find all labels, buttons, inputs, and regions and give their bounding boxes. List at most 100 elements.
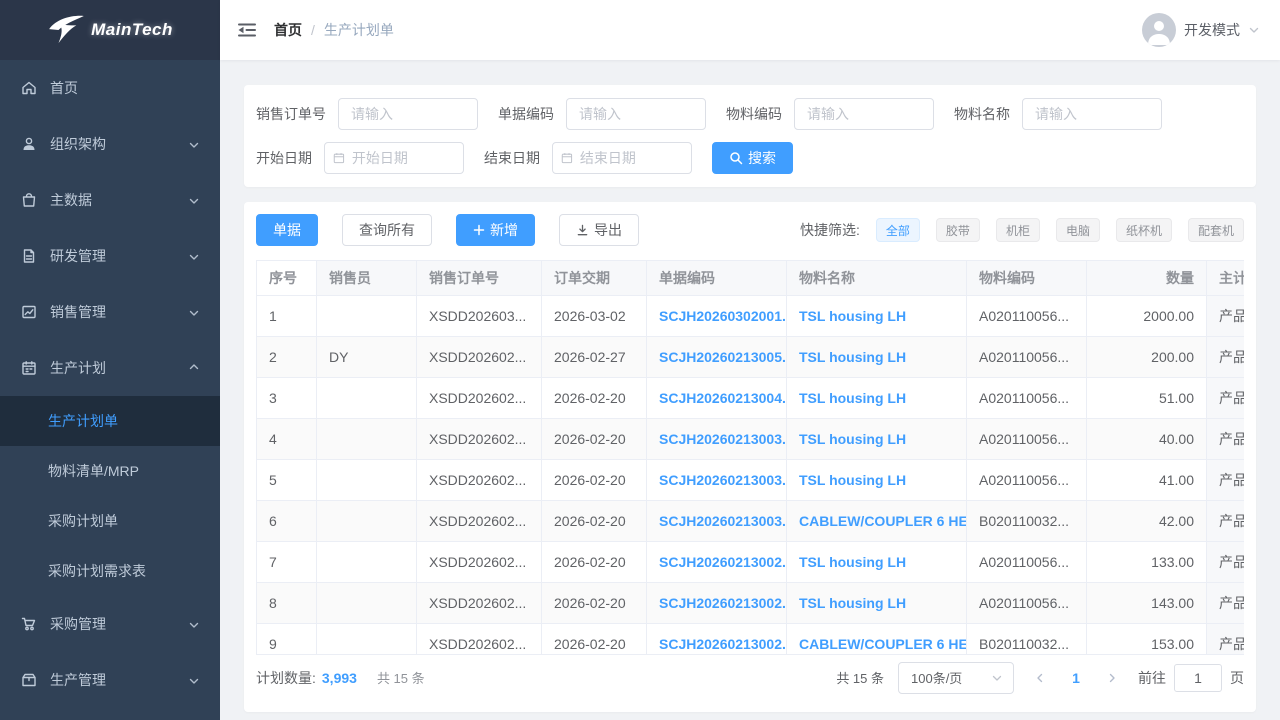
material-name-link[interactable]: CABLEW/COUPLER 6 HE [799, 513, 967, 529]
material-name-input[interactable] [1022, 98, 1162, 130]
cell-delivery-date: 2026-02-20 [542, 542, 647, 583]
cell-plan-type: 产品 [1207, 501, 1244, 542]
page-size-value: 100条/页 [911, 668, 962, 687]
export-button[interactable]: 导出 [559, 214, 639, 246]
cell-qty: 200.00 [1087, 337, 1207, 378]
doc-code-link[interactable]: SCJH20260213002... [659, 554, 787, 570]
cell-plan-type: 产品 [1207, 419, 1244, 460]
sidebar-subitem-purchase-plan-order[interactable]: 采购计划单 [0, 496, 220, 546]
end-date-input[interactable] [580, 150, 683, 166]
cell-seq: 2 [256, 337, 317, 378]
cell-delivery-date: 2026-02-20 [542, 583, 647, 624]
doc-code-link[interactable]: SCJH20260213004... [659, 390, 787, 406]
material-code-input[interactable] [794, 98, 934, 130]
doc-code-link[interactable]: SCJH20260213005... [659, 349, 787, 365]
table-row: 5XSDD202602...2026-02-20SCJH20260213003.… [256, 460, 1244, 501]
sidebar-item-production-management[interactable]: 生产管理 [0, 652, 220, 708]
prev-page-icon[interactable] [1028, 666, 1052, 690]
sidebar-item-rd-management[interactable]: 研发管理 [0, 228, 220, 284]
start-date-input[interactable] [352, 150, 455, 166]
material-name-link[interactable]: TSL housing LH [799, 349, 906, 365]
quick-filter-tag[interactable]: 纸杯机 [1116, 218, 1172, 242]
sidebar-item-label: 生产管理 [50, 670, 188, 690]
filter-start-date: 开始日期 [256, 142, 464, 174]
doc-code-link[interactable]: SCJH20260213003... [659, 513, 787, 529]
bag-icon [20, 191, 38, 209]
sidebar-subitem-production-plan-order[interactable]: 生产计划单 [0, 396, 220, 446]
quick-filter-label: 快捷筛选: [800, 220, 860, 240]
export-button-label: 导出 [594, 220, 622, 240]
document-button[interactable]: 单据 [256, 214, 318, 246]
filter-doc-code: 单据编码 [498, 98, 706, 130]
material-name-link[interactable]: TSL housing LH [799, 595, 906, 611]
quick-filter-tag[interactable]: 机柜 [996, 218, 1040, 242]
sidebar-item-production-plan[interactable]: 生产计划 [0, 340, 220, 396]
sidebar-item-home[interactable]: 首页 [0, 60, 220, 116]
add-button[interactable]: 新增 [456, 214, 535, 246]
plan-qty-label: 计划数量: [256, 668, 316, 688]
search-button[interactable]: 搜索 [712, 142, 793, 174]
calendar-icon [20, 359, 38, 377]
sidebar-item-sales-management[interactable]: 销售管理 [0, 284, 220, 340]
quick-filter-bar: 快捷筛选: 全部胶带机柜电脑纸杯机配套机 [800, 218, 1244, 242]
doc-code-input[interactable] [566, 98, 706, 130]
goto-page-input[interactable] [1174, 664, 1222, 692]
material-name-link[interactable]: TSL housing LH [799, 390, 906, 406]
page-size-select[interactable]: 100条/页 [898, 662, 1014, 694]
quick-filter-tag[interactable]: 全部 [876, 218, 920, 242]
table-row: 7XSDD202602...2026-02-20SCJH20260213002.… [256, 542, 1244, 583]
start-date-picker[interactable] [324, 142, 464, 174]
material-name-link[interactable]: TSL housing LH [799, 554, 906, 570]
cell-delivery-date: 2026-02-27 [542, 337, 647, 378]
download-icon [576, 224, 589, 237]
sidebar-toggle-icon[interactable] [236, 20, 258, 40]
filter-label: 单据编码 [498, 104, 554, 124]
quick-filter-tag[interactable]: 配套机 [1188, 218, 1244, 242]
sidebar-item-label: 组织架构 [50, 134, 188, 154]
cell-material-code: A020110056... [967, 296, 1087, 337]
filter-label: 开始日期 [256, 148, 312, 168]
cell-sales-order: XSDD202602... [417, 583, 542, 624]
filter-label: 物料编码 [726, 104, 782, 124]
table-panel: 单据 查询所有 新增 导出 快捷筛选: 全部胶带机柜电脑纸杯机配套机 [244, 202, 1256, 712]
quick-filter-tag[interactable]: 电脑 [1056, 218, 1100, 242]
material-name-link[interactable]: CABLEW/COUPLER 6 HE [799, 636, 967, 652]
quick-filter-tag[interactable]: 胶带 [936, 218, 980, 242]
doc-code-link[interactable]: SCJH20260213003... [659, 431, 787, 447]
cell-seq: 9 [256, 624, 317, 654]
total-count: 共 15 条 [836, 668, 884, 687]
sidebar-subitem-bom-mrp[interactable]: 物料清单/MRP [0, 446, 220, 496]
col-header-seq: 序号 [256, 260, 317, 296]
doc-code-link[interactable]: SCJH20260213002... [659, 595, 787, 611]
cell-sales-order: XSDD202602... [417, 501, 542, 542]
table-row: 3XSDD202602...2026-02-20SCJH20260213004.… [256, 378, 1244, 419]
cell-salesperson [317, 460, 417, 501]
material-name-link[interactable]: TSL housing LH [799, 308, 906, 324]
cell-doc-code: SCJH20260213003... [647, 501, 787, 542]
page-content: 销售订单号 单据编码 物料编码 物料名称 开始日期 [220, 60, 1280, 720]
material-name-link[interactable]: TSL housing LH [799, 472, 906, 488]
doc-code-link[interactable]: SCJH20260213002... [659, 636, 787, 652]
doc-code-link[interactable]: SCJH20260213003... [659, 472, 787, 488]
sales-order-input[interactable] [338, 98, 478, 130]
next-page-icon[interactable] [1100, 666, 1124, 690]
sidebar-subitem-purchase-plan-demand[interactable]: 采购计划需求表 [0, 546, 220, 596]
end-date-picker[interactable] [552, 142, 692, 174]
sidebar-item-label: 首页 [50, 78, 200, 98]
data-table-wrapper: 序号 销售员 销售订单号 订单交期 单据编码 物料名称 物料编码 数量 主计划 … [256, 260, 1244, 654]
breadcrumb-home[interactable]: 首页 [274, 20, 302, 40]
sidebar-item-organization[interactable]: 组织架构 [0, 116, 220, 172]
cell-doc-code: SCJH20260213003... [647, 460, 787, 501]
sidebar-item-master-data[interactable]: 主数据 [0, 172, 220, 228]
page-number[interactable]: 1 [1066, 670, 1086, 686]
home-icon [20, 79, 38, 97]
table-row: 9XSDD202602...2026-02-20SCJH20260213002.… [256, 624, 1244, 654]
sidebar-item-purchase-management[interactable]: 采购管理 [0, 596, 220, 652]
material-name-link[interactable]: TSL housing LH [799, 431, 906, 447]
doc-code-link[interactable]: SCJH20260302001... [659, 308, 787, 324]
cell-sales-order: XSDD202602... [417, 460, 542, 501]
query-all-button[interactable]: 查询所有 [342, 214, 432, 246]
cell-seq: 5 [256, 460, 317, 501]
col-header-qty: 数量 [1087, 260, 1207, 296]
user-menu[interactable]: 开发模式 [1142, 13, 1260, 47]
